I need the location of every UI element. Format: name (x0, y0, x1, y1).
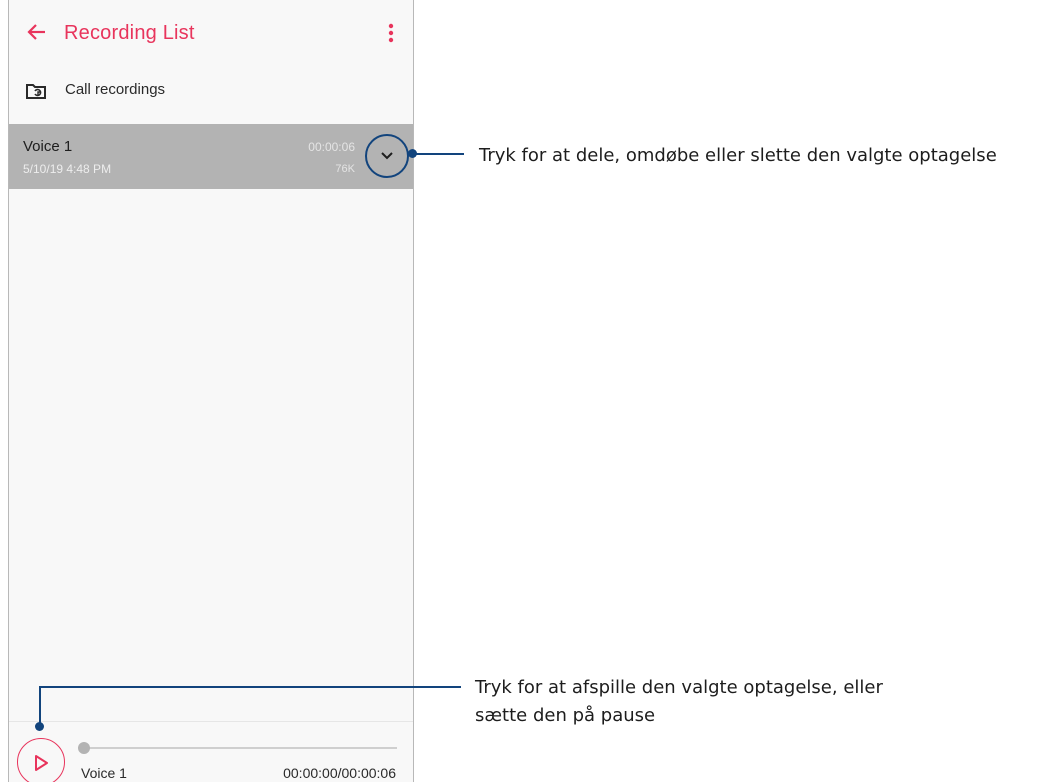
callout-text-expand: Tryk for at dele, omdøbe eller slette de… (479, 145, 997, 166)
call-recordings-folder[interactable]: Call recordings (9, 70, 413, 114)
callout-line-expand (413, 153, 464, 155)
play-icon (35, 755, 48, 771)
expand-options-button[interactable] (365, 134, 409, 178)
recording-duration: 00:00:06 (308, 140, 355, 154)
page-title: Recording List (64, 22, 195, 44)
seek-thumb[interactable] (78, 742, 90, 754)
player-divider (9, 721, 413, 722)
recording-date: 5/10/19 4:48 PM (23, 162, 112, 176)
folder-sync-icon (25, 82, 47, 100)
recording-size: 76K (335, 163, 355, 175)
back-arrow-icon[interactable] (27, 20, 47, 44)
recording-list-item[interactable]: Voice 1 5/10/19 4:48 PM 00:00:06 76K (9, 124, 413, 189)
recording-name: Voice 1 (23, 138, 73, 155)
seek-bar[interactable] (78, 742, 397, 754)
chevron-down-icon (381, 152, 393, 160)
phone-screen: Recording List Call recordings Voice 1 5… (8, 0, 414, 782)
play-pause-button[interactable] (17, 738, 65, 782)
app-bar: Recording List (9, 0, 413, 66)
player-time: 00:00:00/00:00:06 (283, 765, 396, 781)
callout-text-play-line2: sætte den på pause (475, 705, 656, 726)
callout-text-play-line1: Tryk for at afspille den valgte optagels… (475, 677, 883, 698)
callout-line-play-vertical (39, 687, 41, 725)
player-track-name: Voice 1 (81, 765, 127, 781)
callout-line-play-horizontal (39, 686, 461, 688)
folder-label: Call recordings (65, 81, 166, 98)
more-vertical-icon[interactable] (383, 20, 399, 46)
